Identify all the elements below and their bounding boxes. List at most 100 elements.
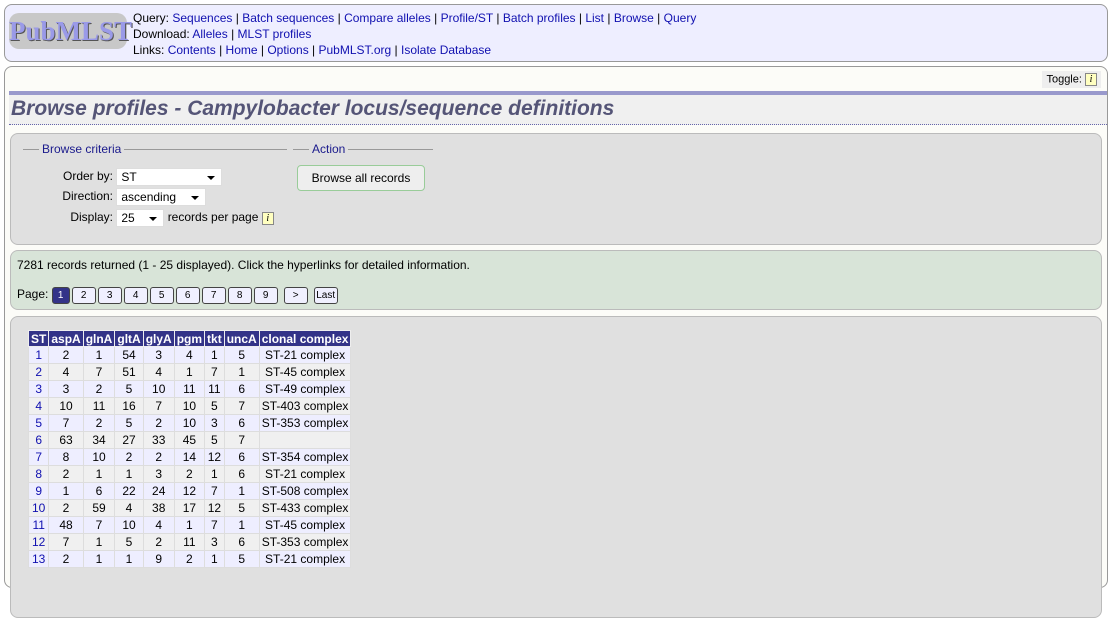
- page-label: Page:: [17, 287, 49, 301]
- table-cell: ST-45 complex: [258, 516, 352, 534]
- st-link[interactable]: 12: [32, 535, 45, 549]
- table-cell: 7: [142, 397, 175, 415]
- table-cell: 45: [173, 431, 206, 449]
- table-cell: 1: [223, 482, 260, 500]
- link-browse[interactable]: Browse: [614, 11, 654, 25]
- query-links: Query: Sequences | Batch sequences | Com…: [133, 11, 697, 25]
- table-cell: ST-49 complex: [258, 380, 352, 398]
- page-button-2[interactable]: 2: [71, 287, 96, 304]
- order-by-select[interactable]: ST: [116, 168, 223, 186]
- table-cell: 3: [204, 533, 225, 551]
- link-list[interactable]: List: [585, 11, 604, 25]
- table-row: 2 4 7 51 4 1 7 1 ST-45 complex: [27, 363, 352, 381]
- table-cell: 1: [173, 363, 206, 381]
- link-compare-alleles[interactable]: Compare alleles: [344, 11, 431, 25]
- table-cell: 1: [82, 346, 116, 364]
- st-link[interactable]: 5: [35, 416, 42, 430]
- table-cell: 27: [114, 431, 144, 449]
- table-cell: 4: [142, 516, 175, 534]
- link-query[interactable]: Query: [664, 11, 697, 25]
- browse-all-records-button[interactable]: Browse all records: [297, 165, 425, 191]
- link-profile-st[interactable]: Profile/ST: [441, 11, 493, 25]
- page-title: Browse profiles - Campylobacter locus/se…: [9, 91, 1107, 125]
- table-cell: 6: [223, 380, 260, 398]
- link-batch-profiles[interactable]: Batch profiles: [503, 11, 576, 25]
- table-cell: 34: [82, 431, 116, 449]
- st-link[interactable]: 6: [35, 433, 42, 447]
- table-cell: ST-353 complex: [258, 414, 352, 432]
- table-cell: 3: [142, 465, 175, 483]
- pagination: Page: 1 2 3 4 5 6 7 8 9 > Last: [17, 287, 340, 304]
- pubmlst-logo[interactable]: PubMLST: [9, 13, 132, 49]
- last-page-button[interactable]: Last: [313, 287, 338, 304]
- page-button-9[interactable]: 9: [253, 287, 278, 304]
- page-button-7[interactable]: 7: [201, 287, 226, 304]
- table-cell: 5: [114, 533, 144, 551]
- link-contents[interactable]: Contents: [168, 43, 216, 57]
- links-label: Links:: [133, 43, 165, 57]
- st-link[interactable]: 7: [35, 450, 42, 464]
- table-cell: ST-354 complex: [258, 448, 352, 466]
- table-cell: 48: [48, 516, 84, 534]
- table-cell: 2: [48, 550, 84, 568]
- st-link[interactable]: 3: [35, 382, 42, 396]
- st-link[interactable]: 8: [35, 467, 42, 481]
- table-cell: 7: [223, 431, 260, 449]
- table-cell: ST-21 complex: [258, 550, 352, 568]
- link-batch-sequences[interactable]: Batch sequences: [242, 11, 334, 25]
- table-cell: 1: [82, 465, 116, 483]
- page-button-3[interactable]: 3: [97, 287, 122, 304]
- link-options[interactable]: Options: [267, 43, 308, 57]
- page-button-6[interactable]: 6: [175, 287, 200, 304]
- st-link[interactable]: 13: [32, 552, 45, 566]
- direction-select[interactable]: ascending: [116, 188, 207, 206]
- results-panel: 7281 records returned (1 - 25 displayed)…: [10, 250, 1102, 310]
- page-button-8[interactable]: 8: [227, 287, 252, 304]
- page-button-4[interactable]: 4: [123, 287, 148, 304]
- display-select[interactable]: 25: [116, 209, 165, 227]
- link-pubmlst-org[interactable]: PubMLST.org: [319, 43, 392, 57]
- info-toggle-icon[interactable]: i: [1085, 73, 1097, 86]
- st-link[interactable]: 9: [35, 484, 42, 498]
- table-cell: 2: [173, 550, 206, 568]
- table-cell: 13: [27, 550, 50, 568]
- info-icon[interactable]: i: [261, 211, 274, 225]
- download-label: Download:: [133, 27, 190, 41]
- table-cell: 6: [223, 414, 260, 432]
- link-home[interactable]: Home: [226, 43, 258, 57]
- table-cell: 2: [48, 346, 84, 364]
- st-link[interactable]: 4: [35, 399, 42, 413]
- table-cell: ST-21 complex: [258, 346, 352, 364]
- table-cell: 6: [223, 448, 260, 466]
- table-cell: 7: [48, 414, 84, 432]
- table-row: 9 1 6 22 24 12 7 1 ST-508 complex: [27, 482, 352, 500]
- next-page-button[interactable]: >: [283, 287, 308, 304]
- page-button-1[interactable]: 1: [51, 287, 70, 304]
- table-cell: 7: [48, 533, 84, 551]
- column-header: gltA: [114, 330, 144, 347]
- table-cell: 5: [204, 431, 225, 449]
- table-cell: 7: [27, 448, 50, 466]
- browse-criteria-panel: Browse criteria Order by: ST Direction: …: [10, 133, 1102, 245]
- link-sequences[interactable]: Sequences: [172, 11, 232, 25]
- table-row: 5 7 2 5 2 10 3 6 ST-353 complex: [27, 414, 352, 432]
- table-cell: 1: [27, 346, 50, 364]
- link-mlst-profiles[interactable]: MLST profiles: [238, 27, 312, 41]
- table-cell: 12: [204, 448, 225, 466]
- table-cell: 4: [173, 346, 206, 364]
- st-link[interactable]: 2: [35, 365, 42, 379]
- st-link[interactable]: 11: [32, 518, 44, 532]
- toggle-label: Toggle:: [1046, 73, 1082, 86]
- table-row: 3 3 2 5 10 11 11 6 ST-49 complex: [27, 380, 352, 398]
- link-alleles[interactable]: Alleles: [192, 27, 227, 41]
- table-cell: 5: [223, 550, 260, 568]
- header-bar: PubMLST Query: Sequences | Batch sequenc…: [4, 4, 1108, 62]
- st-link[interactable]: 1: [35, 348, 42, 362]
- st-link[interactable]: 10: [32, 501, 45, 515]
- table-row: 6 63 34 27 33 45 5 7: [27, 431, 352, 449]
- link-isolate-database[interactable]: Isolate Database: [401, 43, 491, 57]
- table-cell: 7: [82, 363, 116, 381]
- table-cell: 11: [27, 516, 50, 534]
- page-button-5[interactable]: 5: [149, 287, 174, 304]
- profiles-table: ST aspA glnA gltA glyA pgm tkt uncA clonal compl…: [27, 330, 352, 568]
